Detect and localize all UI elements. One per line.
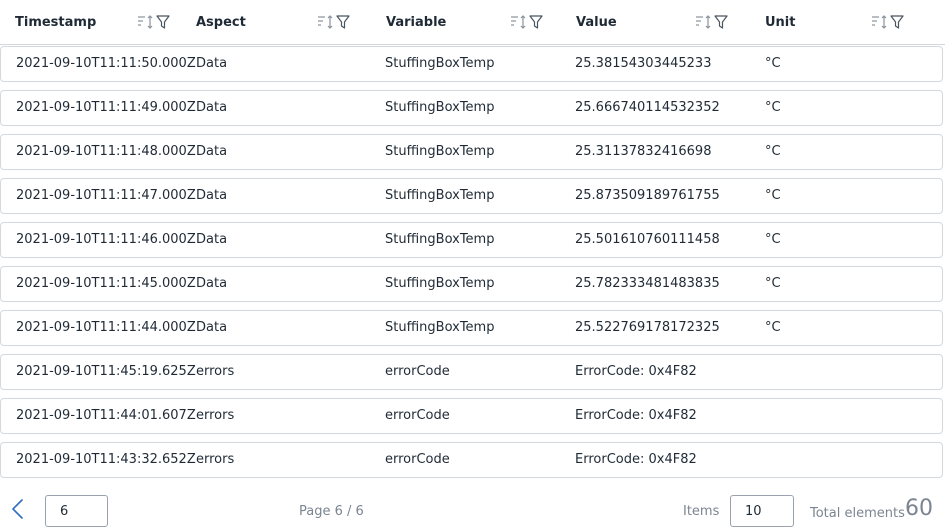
sort-icon[interactable]	[695, 14, 713, 30]
column-header-label: Aspect	[196, 14, 246, 30]
cell-value: ErrorCode: 0x4F82	[575, 452, 697, 467]
cell-aspect: Data	[196, 56, 228, 71]
column-tools-variable	[510, 0, 544, 44]
cell-timestamp: 2021-09-10T11:11:47.000Z	[16, 188, 196, 203]
cell-unit: °C	[765, 144, 781, 159]
cell-variable: errorCode	[385, 452, 450, 467]
cell-aspect: Data	[196, 232, 228, 247]
cell-aspect: Data	[196, 320, 228, 335]
cell-variable: errorCode	[385, 408, 450, 423]
cell-value: 25.782333481483835	[575, 276, 720, 291]
cell-value: 25.501610760111458	[575, 232, 720, 247]
cell-timestamp: 2021-09-10T11:43:32.652Z	[16, 452, 196, 467]
cell-variable: StuffingBoxTemp	[385, 232, 495, 247]
cell-variable: StuffingBoxTemp	[385, 188, 495, 203]
cell-value: 25.38154303445233	[575, 56, 712, 71]
table-row[interactable]: 2021-09-10T11:11:48.000Z Data StuffingBo…	[0, 134, 943, 170]
column-tools-unit	[871, 0, 905, 44]
cell-variable: StuffingBoxTemp	[385, 320, 495, 335]
table-row[interactable]: 2021-09-10T11:11:47.000Z Data StuffingBo…	[0, 178, 943, 214]
column-header-unit[interactable]: Unit	[765, 0, 865, 44]
cell-variable: StuffingBoxTemp	[385, 144, 495, 159]
total-elements-count: 60	[905, 496, 933, 521]
filter-icon[interactable]	[713, 14, 729, 30]
table-row[interactable]: 2021-09-10T11:11:45.000Z Data StuffingBo…	[0, 266, 943, 302]
table-row[interactable]: 2021-09-10T11:45:19.625Z errors errorCod…	[0, 354, 943, 390]
cell-unit: °C	[765, 56, 781, 71]
table-header: Timestamp Aspect Variable Value Unit	[0, 0, 945, 45]
table-row[interactable]: 2021-09-10T11:11:46.000Z Data StuffingBo…	[0, 222, 943, 258]
table-row[interactable]: 2021-09-10T11:43:32.652Z errors errorCod…	[0, 442, 943, 478]
filter-icon[interactable]	[889, 14, 905, 30]
filter-icon[interactable]	[155, 14, 171, 30]
cell-timestamp: 2021-09-10T11:11:44.000Z	[16, 320, 196, 335]
cell-aspect: Data	[196, 188, 228, 203]
cell-timestamp: 2021-09-10T11:44:01.607Z	[16, 408, 196, 423]
sort-icon[interactable]	[510, 14, 528, 30]
cell-timestamp: 2021-09-10T11:11:46.000Z	[16, 232, 196, 247]
sort-icon[interactable]	[137, 14, 155, 30]
column-header-label: Timestamp	[15, 14, 97, 30]
cell-timestamp: 2021-09-10T11:11:48.000Z	[16, 144, 196, 159]
column-header-label: Variable	[386, 14, 447, 30]
cell-unit: °C	[765, 320, 781, 335]
column-tools-value	[695, 0, 729, 44]
table-row[interactable]: 2021-09-10T11:11:49.000Z Data StuffingBo…	[0, 90, 943, 126]
cell-value: 25.31137832416698	[575, 144, 712, 159]
cell-variable: StuffingBoxTemp	[385, 56, 495, 71]
cell-aspect: errors	[196, 364, 235, 379]
total-elements-label: Total elements	[810, 506, 905, 521]
cell-unit: °C	[765, 232, 781, 247]
cell-aspect: Data	[196, 144, 228, 159]
page-number-input[interactable]	[45, 495, 108, 527]
cell-aspect: Data	[196, 276, 228, 291]
cell-aspect: errors	[196, 452, 235, 467]
cell-aspect: Data	[196, 100, 228, 115]
cell-value: ErrorCode: 0x4F82	[575, 408, 697, 423]
cell-value: 25.873509189761755	[575, 188, 720, 203]
pagination-bar: Page 6 / 6 Items Total elements 60	[0, 488, 945, 528]
cell-timestamp: 2021-09-10T11:45:19.625Z	[16, 364, 196, 379]
column-tools-aspect	[317, 0, 351, 44]
sort-icon[interactable]	[317, 14, 335, 30]
cell-unit: °C	[765, 276, 781, 291]
cell-value: ErrorCode: 0x4F82	[575, 364, 697, 379]
cell-aspect: errors	[196, 408, 235, 423]
cell-variable: StuffingBoxTemp	[385, 276, 495, 291]
cell-timestamp: 2021-09-10T11:11:50.000Z	[16, 56, 196, 71]
chevron-left-icon[interactable]	[8, 498, 28, 520]
items-label: Items	[683, 504, 720, 519]
column-tools-timestamp	[137, 0, 171, 44]
table-row[interactable]: 2021-09-10T11:44:01.607Z errors errorCod…	[0, 398, 943, 434]
items-per-page-input[interactable]	[730, 495, 794, 527]
cell-unit: °C	[765, 100, 781, 115]
cell-variable: errorCode	[385, 364, 450, 379]
cell-value: 25.522769178172325	[575, 320, 720, 335]
cell-unit: °C	[765, 188, 781, 203]
column-header-label: Value	[576, 14, 617, 30]
cell-variable: StuffingBoxTemp	[385, 100, 495, 115]
table-row[interactable]: 2021-09-10T11:11:44.000Z Data StuffingBo…	[0, 310, 943, 346]
filter-icon[interactable]	[528, 14, 544, 30]
table-row[interactable]: 2021-09-10T11:11:50.000Z Data StuffingBo…	[0, 46, 943, 82]
column-header-label: Unit	[765, 14, 796, 30]
cell-timestamp: 2021-09-10T11:11:49.000Z	[16, 100, 196, 115]
sort-icon[interactable]	[871, 14, 889, 30]
page-indicator: Page 6 / 6	[299, 504, 364, 519]
filter-icon[interactable]	[335, 14, 351, 30]
cell-timestamp: 2021-09-10T11:11:45.000Z	[16, 276, 196, 291]
cell-value: 25.666740114532352	[575, 100, 720, 115]
